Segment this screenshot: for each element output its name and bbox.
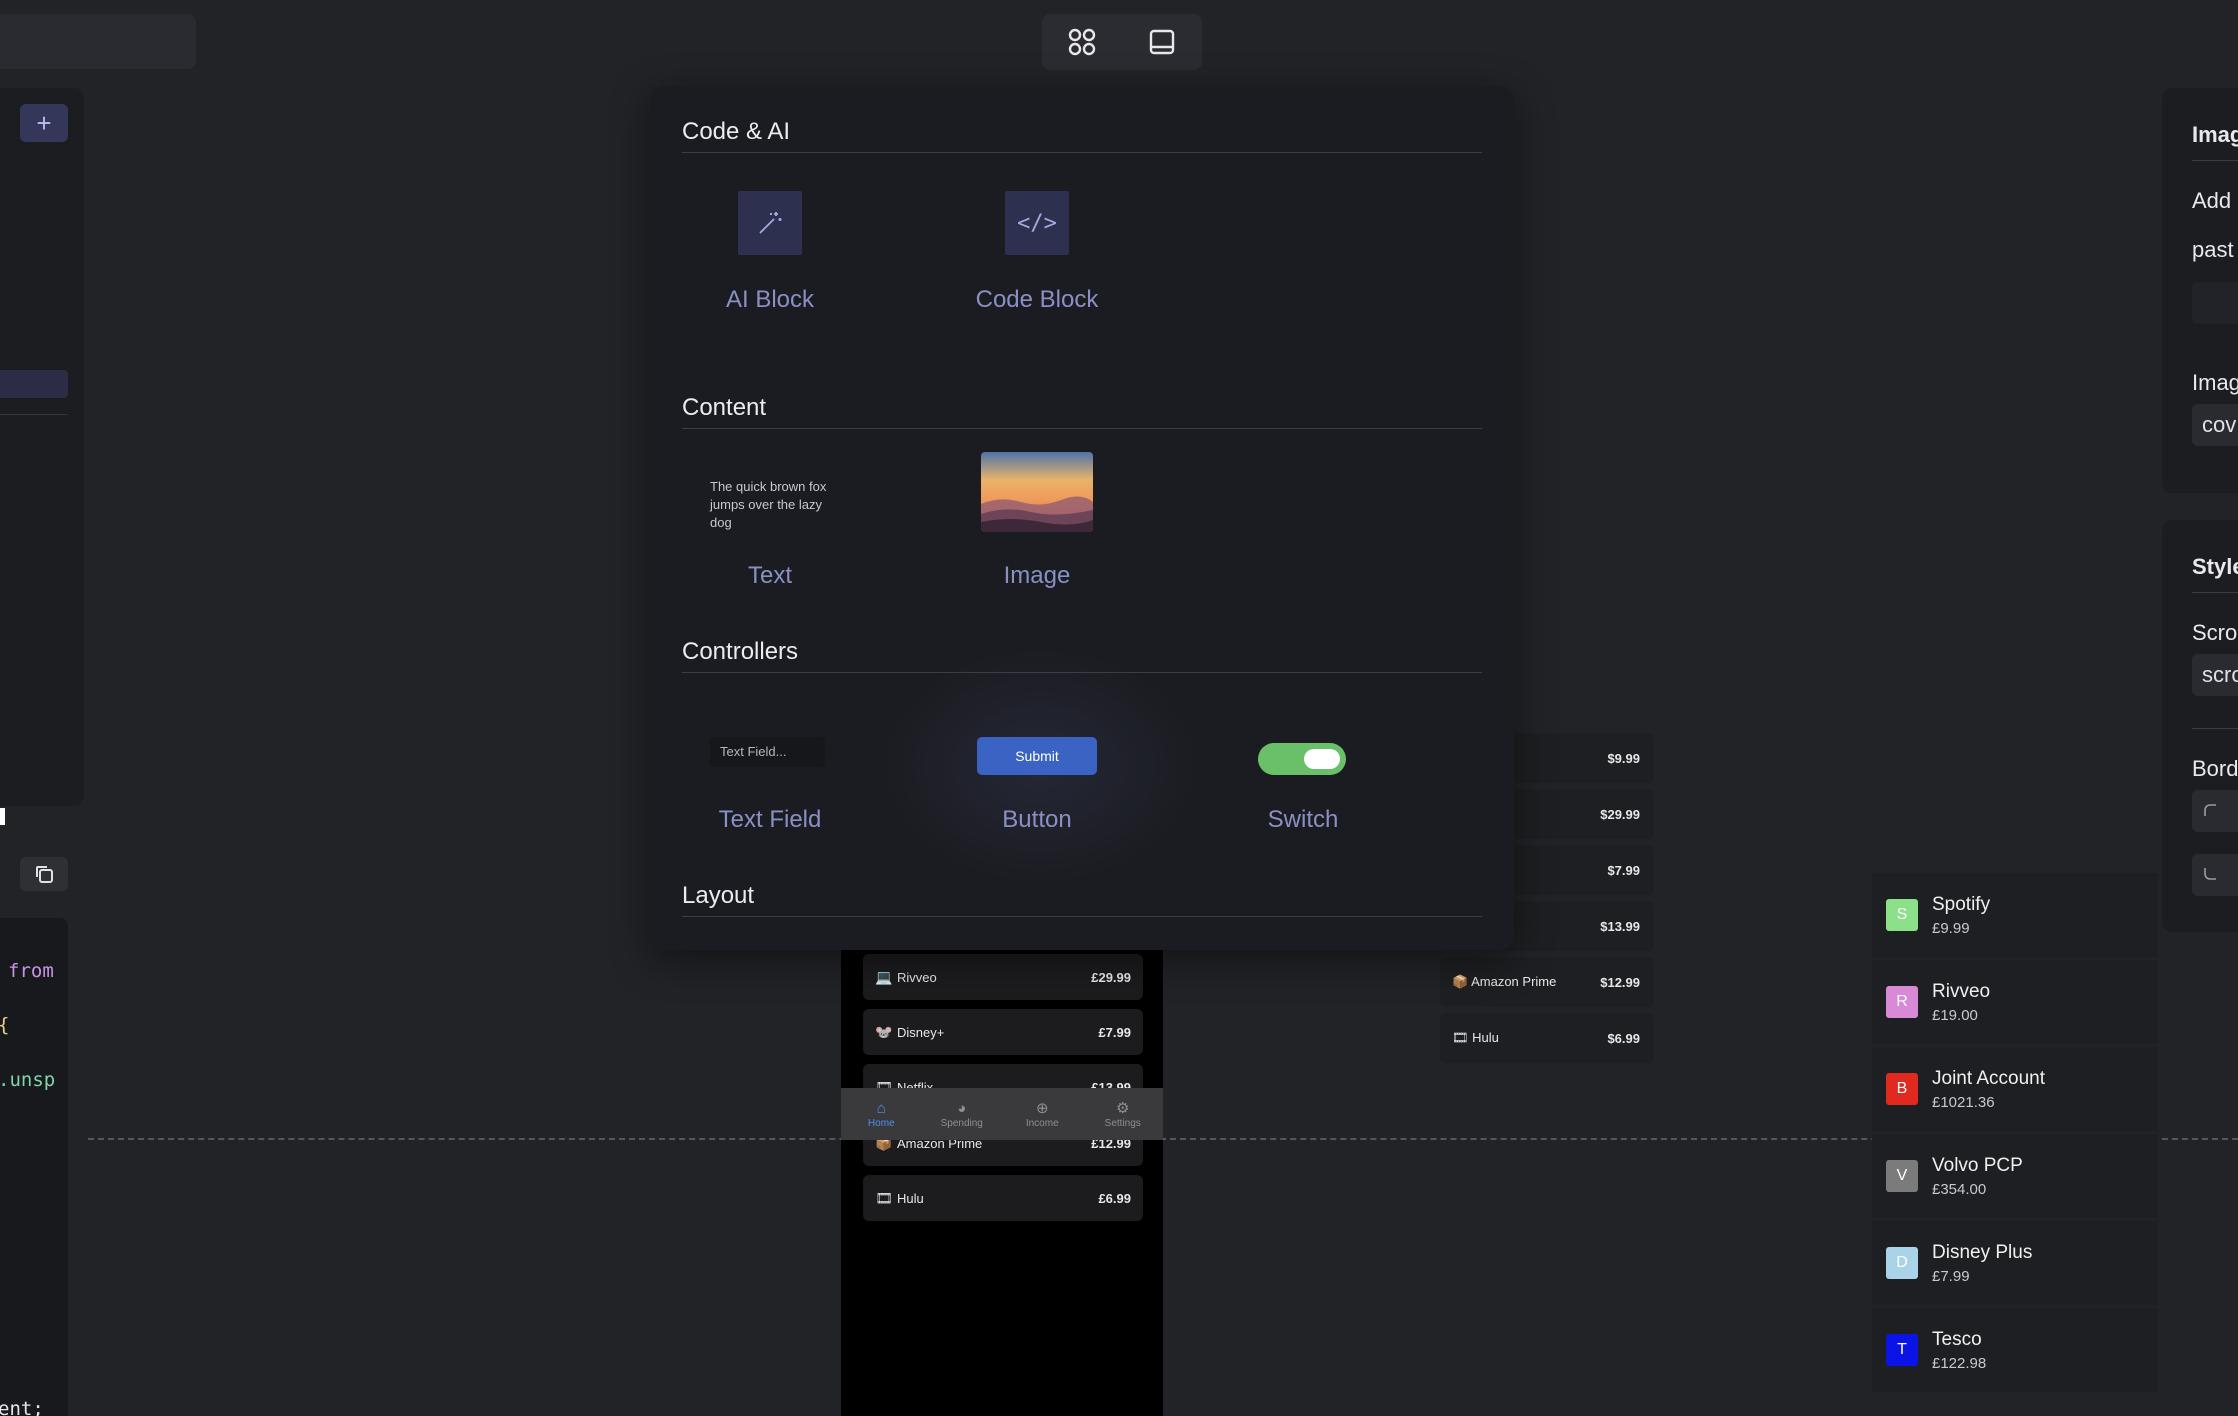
section-title-code-ai: Code & AI <box>682 118 791 145</box>
corner-radius-icon <box>2204 868 2216 880</box>
switch-label: Switch <box>1267 806 1339 833</box>
divider <box>682 152 1482 153</box>
component-palette: Code & AI AI Block </> Code Block Conten… <box>650 86 1514 950</box>
account-row[interactable]: D Disney Plus £7.99 <box>1872 1221 2158 1305</box>
list-item[interactable]: 📦 Amazon Prime $12.99 <box>1440 957 1654 1007</box>
section-title-controllers: Controllers <box>682 638 799 665</box>
text-field-tile[interactable]: Text Field... <box>710 737 825 767</box>
sunset-mountains-image <box>981 452 1093 532</box>
paste-label: past <box>2192 237 2234 262</box>
tab-bar: ⌂ Home ◕ Spending ⊕ Income ⚙ Settings <box>841 1088 1163 1140</box>
avatar: B <box>1886 1073 1918 1105</box>
divider <box>2192 728 2238 729</box>
list-item[interactable]: 💻 Rivveo £29.99 <box>863 954 1143 1000</box>
magic-wand-icon <box>759 212 782 234</box>
image-label: Image <box>1003 562 1071 589</box>
avatar: V <box>1886 1160 1918 1192</box>
list-item[interactable]: 🐭 Disney+ £7.99 <box>863 1009 1143 1055</box>
tab-income[interactable]: ⊕ Income <box>1007 1100 1077 1129</box>
corner-radius-icon <box>2204 804 2216 816</box>
switch-tile[interactable] <box>1258 743 1346 775</box>
panel-title: Imag <box>2192 122 2238 147</box>
film-icon: 🎞 <box>875 1189 893 1206</box>
border-label: Bord <box>2192 756 2238 781</box>
divider <box>682 672 1482 673</box>
panel-title: Style <box>2192 554 2238 579</box>
code-block-label: Code Block <box>975 286 1099 313</box>
home-icon: ⌂ <box>876 1099 886 1117</box>
panel-view-button[interactable] <box>1136 20 1188 64</box>
divider <box>0 414 68 415</box>
image-properties-panel: Imag Add past Imag cov <box>2162 88 2238 493</box>
film-icon: 🎞 <box>1452 1030 1469 1045</box>
panel-icon <box>1149 29 1175 55</box>
text-tile[interactable]: The quick brown fox jumps over the lazy … <box>710 478 840 532</box>
selected-layer-item[interactable] <box>0 370 68 398</box>
code-editor[interactable]: from { .unsp ent; <box>0 918 68 1416</box>
text-label: Text <box>747 562 792 589</box>
add-label: Add <box>2192 188 2232 213</box>
gear-icon: ⚙ <box>1116 1099 1130 1117</box>
code-block-tile[interactable]: </> <box>1005 191 1069 255</box>
add-button[interactable]: + <box>20 104 68 142</box>
laptop-icon: 💻 <box>875 968 893 985</box>
ai-block-tile[interactable] <box>738 191 802 255</box>
section-title-layout: Layout <box>682 882 755 909</box>
avatar: D <box>1886 1247 1918 1279</box>
copy-icon <box>36 866 53 883</box>
image-fit-select[interactable]: cov <box>2192 404 2238 446</box>
image-fit-label: Imag <box>2192 370 2238 395</box>
list-item[interactable]: 🎞 Hulu $6.99 <box>1440 1013 1654 1063</box>
code-icon: </> <box>1017 210 1057 236</box>
phone-preview: 💻 Rivveo £29.99 🐭 Disney+ £7.99 🎞 Netflix £… <box>841 940 1163 1416</box>
divider <box>682 428 1482 429</box>
accounts-list: S Spotify £9.99 R Rivveo £19.00 B Joint Ac… <box>1872 873 2158 1397</box>
submit-button-tile[interactable]: Submit <box>977 737 1097 775</box>
plus-icon: + <box>36 107 52 138</box>
button-label: Button <box>1002 806 1072 833</box>
mouse-icon: 🐭 <box>875 1023 893 1040</box>
avatar: S <box>1886 899 1918 931</box>
view-toggle <box>1042 14 1202 70</box>
plus-circle-icon: ⊕ <box>1035 1099 1049 1117</box>
divider <box>2192 592 2238 593</box>
image-tile[interactable] <box>981 452 1093 532</box>
avatar: R <box>1886 986 1918 1018</box>
list-item[interactable]: 🎞 Hulu £6.99 <box>863 1175 1143 1221</box>
code-line: { <box>0 1014 9 1036</box>
code-line: ent; <box>0 1398 44 1416</box>
avatar: T <box>1886 1334 1918 1366</box>
style-properties-panel: Style Scro scro Bord <box>2162 520 2238 932</box>
paste-input[interactable] <box>2192 282 2238 324</box>
left-sidebar <box>0 88 84 806</box>
scroll-select[interactable]: scro <box>2192 654 2238 696</box>
pie-chart-icon: ◕ <box>957 1099 967 1117</box>
text-field-label: Text Field <box>718 806 822 833</box>
border-radius-field[interactable] <box>2192 790 2238 832</box>
copy-button[interactable] <box>20 857 68 891</box>
resize-handle[interactable] <box>0 808 5 825</box>
divider <box>682 916 1482 917</box>
account-row[interactable]: R Rivveo £19.00 <box>1872 960 2158 1044</box>
grid-view-button[interactable] <box>1056 20 1108 64</box>
search-strip[interactable] <box>0 14 196 69</box>
scroll-label: Scro <box>2192 620 2238 645</box>
section-title-content: Content <box>682 394 767 421</box>
ai-block-label: AI Block <box>725 286 815 313</box>
border-radius-field-2[interactable] <box>2192 854 2238 896</box>
package-icon: 📦 <box>1452 974 1469 989</box>
tab-spending[interactable]: ◕ Spending <box>927 1100 997 1129</box>
account-row[interactable]: B Joint Account £1021.36 <box>1872 1047 2158 1131</box>
code-line: .unsp <box>0 1069 56 1091</box>
tab-home[interactable]: ⌂ Home <box>846 1100 916 1129</box>
grid-icon <box>1068 28 1096 56</box>
switch-knob <box>1304 749 1340 769</box>
divider <box>2192 160 2238 161</box>
tab-settings[interactable]: ⚙ Settings <box>1088 1100 1158 1129</box>
code-line: from <box>8 960 54 982</box>
account-row[interactable]: V Volvo PCP £354.00 <box>1872 1134 2158 1218</box>
account-row[interactable]: T Tesco £122.98 <box>1872 1308 2158 1392</box>
account-row[interactable]: S Spotify £9.99 <box>1872 873 2158 957</box>
